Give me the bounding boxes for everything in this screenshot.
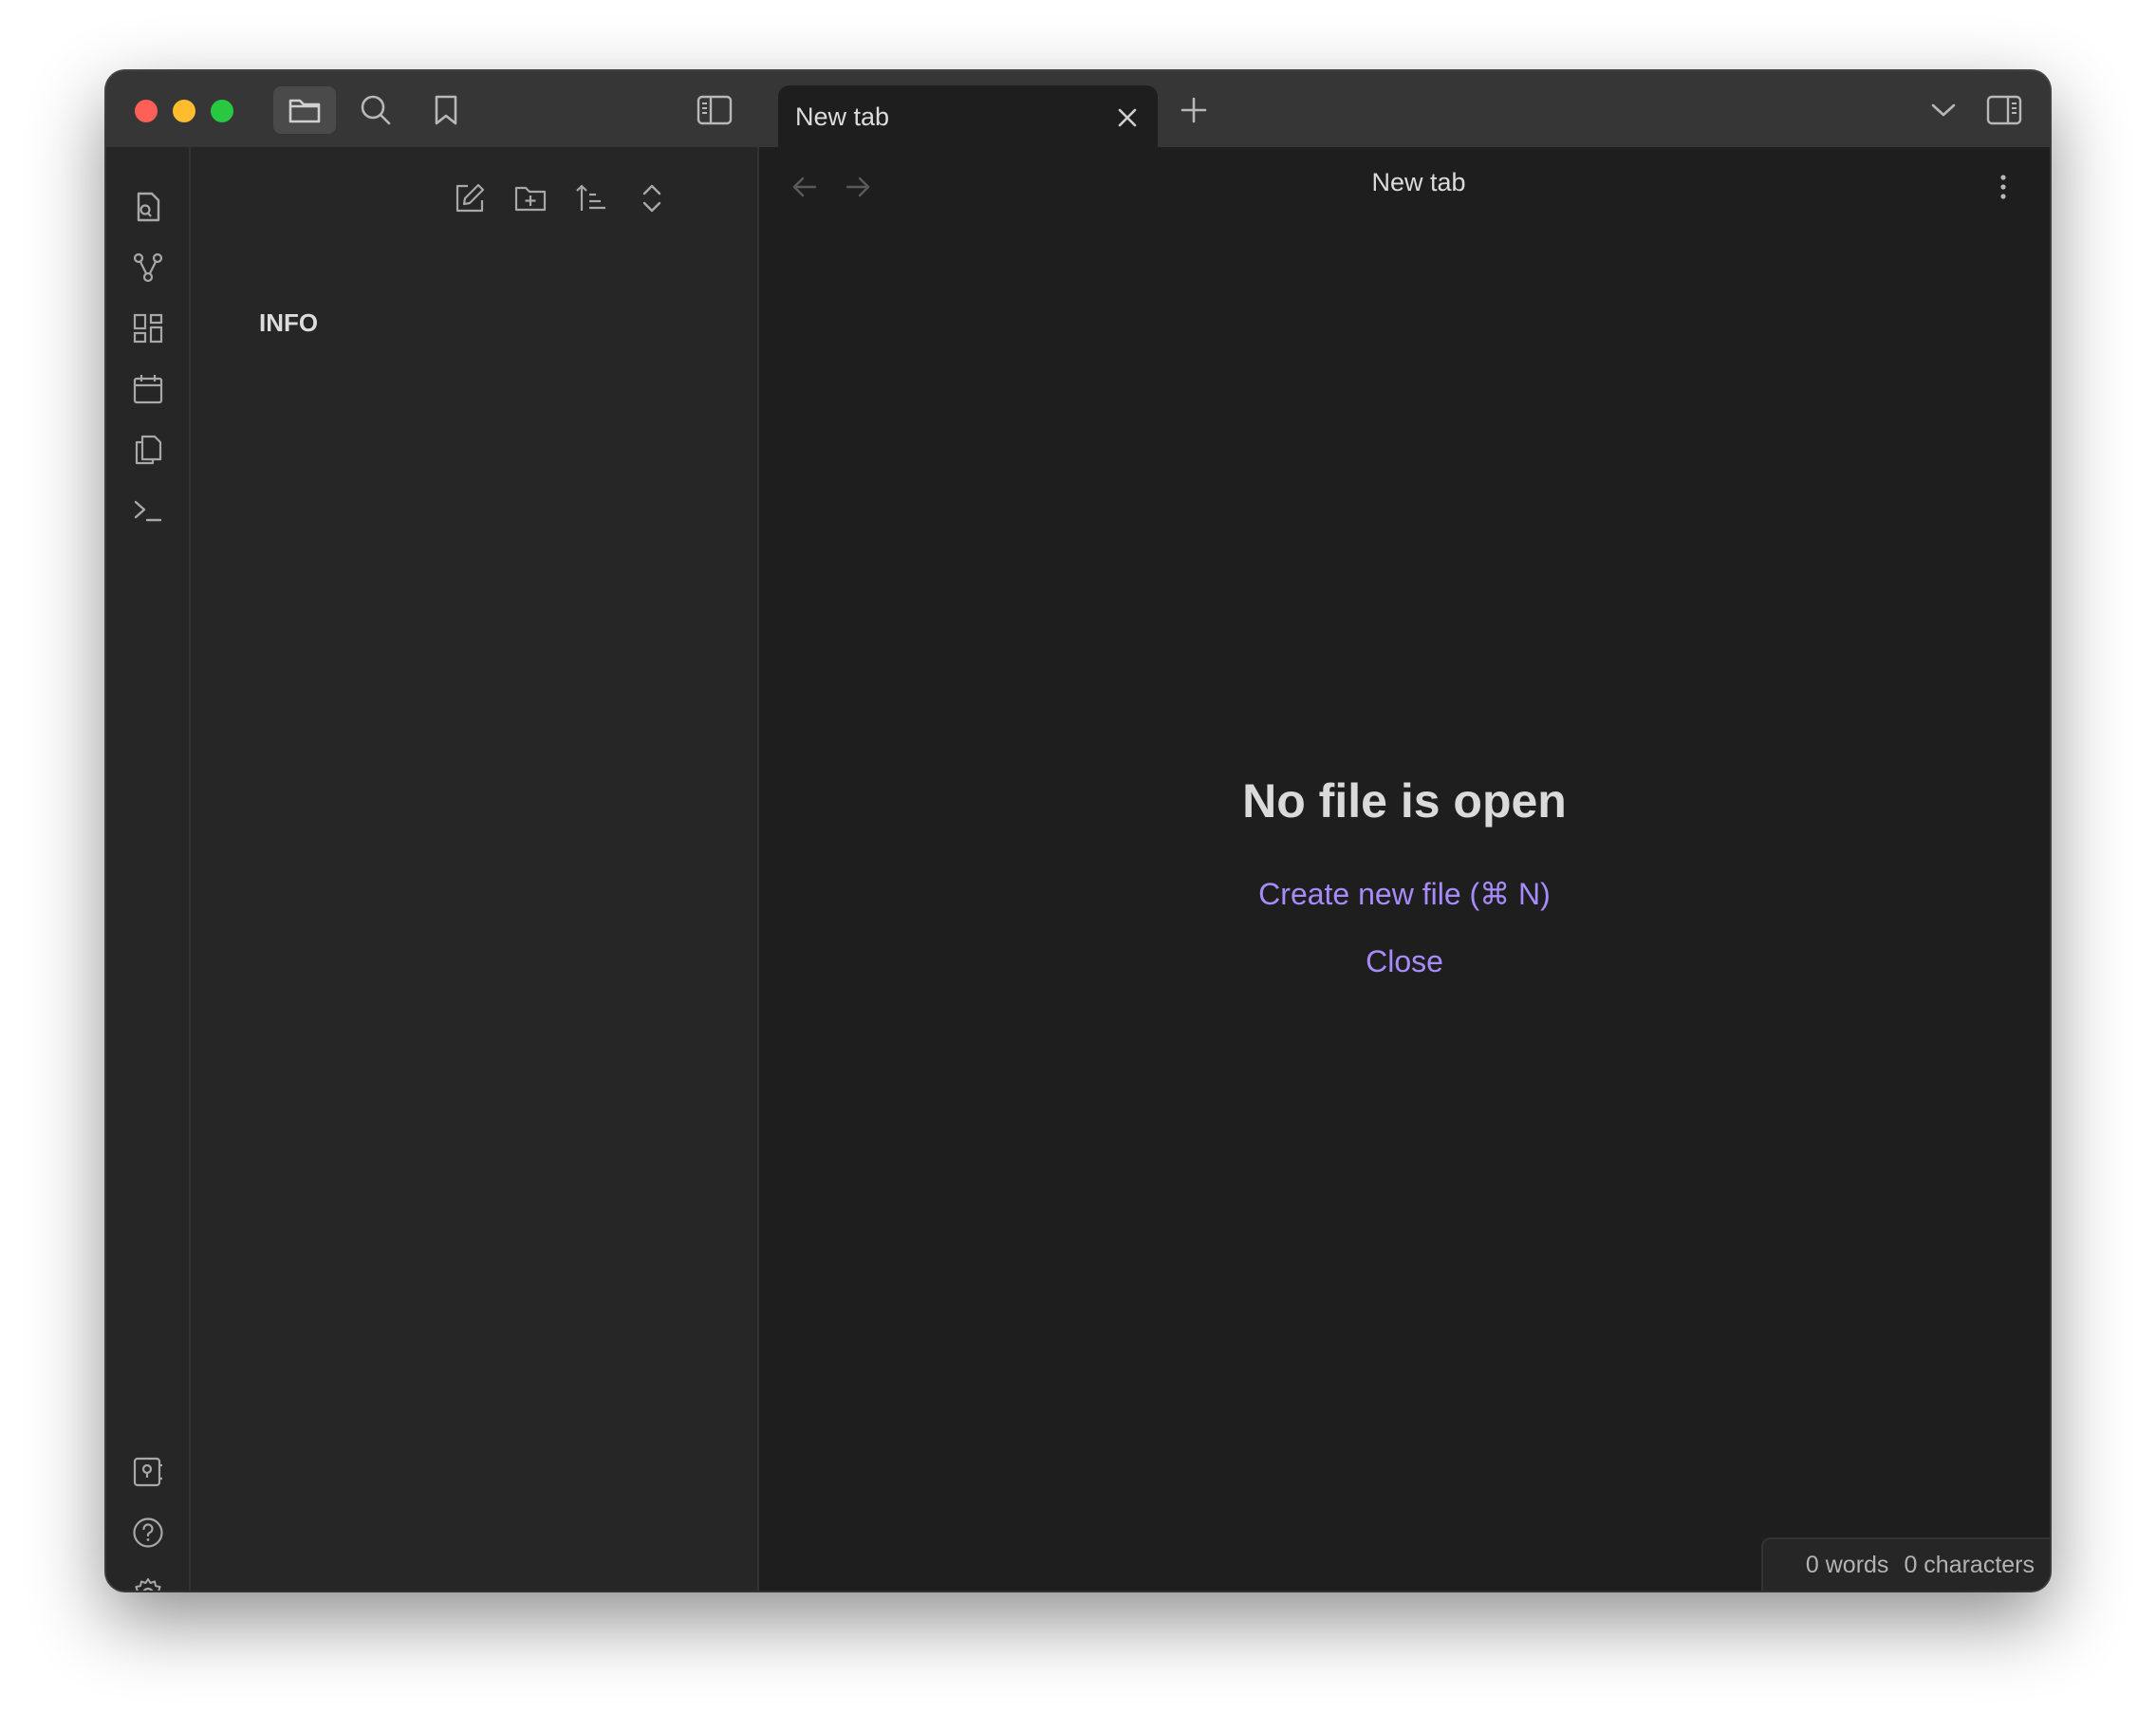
new-tab-button[interactable] (1162, 86, 1225, 134)
tab-label: New tab (795, 102, 890, 131)
tab-new-tab[interactable]: New tab (778, 85, 1158, 150)
canvas-button[interactable] (125, 306, 171, 351)
empty-state-title: No file is open (1242, 774, 1567, 828)
new-folder-icon (513, 184, 548, 213)
new-note-button[interactable] (447, 176, 493, 221)
chevron-down-icon (1931, 102, 1956, 118)
view-title: New tab (1371, 168, 1466, 196)
main-view: New tab No file is open Create new file … (759, 147, 2050, 1591)
sidebar-toggle-icon (697, 95, 733, 125)
word-count: 0 words (1805, 1551, 1889, 1578)
app-window: New tab INFO New tab No file is open Cre… (106, 71, 2050, 1591)
title-bar: New tab (106, 71, 2050, 150)
quick-switcher-button[interactable] (125, 184, 171, 230)
graph-icon (132, 251, 164, 284)
toggle-left-sidebar-button[interactable] (683, 86, 746, 134)
daily-note-button[interactable] (125, 366, 171, 412)
help-button[interactable] (125, 1510, 171, 1555)
bookmark-icon (433, 94, 459, 126)
window-close-button[interactable] (135, 100, 158, 122)
new-folder-button[interactable] (508, 176, 553, 221)
file-search-icon (133, 191, 163, 223)
vault-icon (132, 1456, 164, 1488)
ribbon (106, 147, 191, 1591)
toggle-right-sidebar-button[interactable] (1973, 86, 2035, 134)
search-button[interactable] (344, 86, 407, 134)
right-sidebar-toggle-icon (1986, 95, 2022, 125)
templates-button[interactable] (125, 427, 171, 473)
file-explorer: INFO (191, 147, 759, 1591)
help-icon (132, 1517, 164, 1549)
sort-button[interactable] (568, 176, 614, 221)
sort-icon (575, 183, 607, 214)
window-minimize-button[interactable] (173, 100, 195, 122)
close-icon (1117, 107, 1138, 128)
close-link[interactable]: Close (759, 944, 2050, 979)
new-note-icon (454, 182, 486, 214)
collapse-all-button[interactable] (629, 176, 675, 221)
command-palette-button[interactable] (125, 488, 171, 533)
folder-item-info[interactable]: INFO (259, 308, 318, 338)
terminal-icon (133, 497, 163, 524)
more-vertical-icon (1999, 174, 2007, 200)
bookmarks-button[interactable] (415, 86, 477, 134)
window-maximize-button[interactable] (211, 100, 233, 122)
collapse-icon (641, 183, 663, 214)
more-options-button[interactable] (1989, 166, 2017, 208)
new-tab-icon (1180, 97, 1207, 123)
character-count: 0 characters (1904, 1551, 2035, 1578)
tab-list-button[interactable] (1912, 86, 1975, 134)
calendar-icon (133, 374, 163, 404)
empty-state: No file is open Create new file (⌘ N) Cl… (759, 773, 2050, 1012)
open-vault-button[interactable] (125, 1449, 171, 1495)
graph-view-button[interactable] (125, 245, 171, 290)
folder-icon (288, 96, 322, 124)
settings-icon (132, 1577, 164, 1591)
status-bar: 0 words 0 characters (1761, 1537, 2050, 1591)
canvas-icon (133, 313, 163, 344)
search-icon (360, 94, 392, 126)
tab-close-button[interactable] (1108, 99, 1146, 137)
copy-icon (133, 434, 163, 466)
settings-button[interactable] (125, 1571, 171, 1591)
files-button[interactable] (273, 86, 336, 134)
create-new-file-link[interactable]: Create new file (⌘ N) (759, 876, 2050, 912)
